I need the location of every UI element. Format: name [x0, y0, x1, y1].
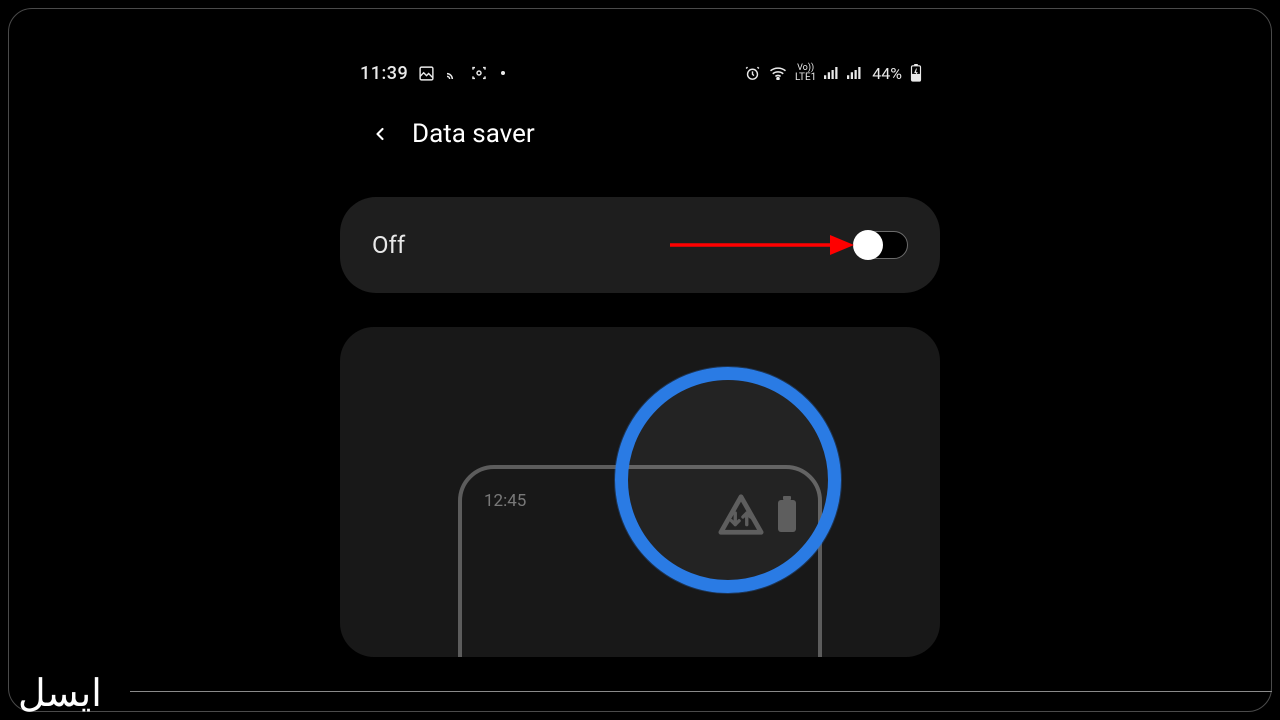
- data-saver-toggle-card[interactable]: Off: [340, 197, 940, 293]
- illustration-battery-icon: [776, 496, 798, 534]
- status-bar: 11:39 Vo))LTE1: [340, 55, 940, 91]
- battery-icon: [910, 64, 922, 82]
- page-title: Data saver: [412, 119, 535, 149]
- toggle-state-label: Off: [372, 231, 405, 259]
- phone-outline-graphic: 12:45: [458, 465, 822, 657]
- wifi-icon: [769, 66, 787, 80]
- signal-icon-2: [847, 66, 862, 80]
- page-header: Data saver: [340, 119, 940, 149]
- status-bar-right: Vo))LTE1 44%: [744, 64, 922, 83]
- image-icon: [418, 65, 435, 82]
- watermark-line: [130, 691, 1272, 692]
- status-bar-left: 11:39: [360, 63, 505, 84]
- back-button[interactable]: [370, 124, 390, 144]
- status-time: 11:39: [360, 63, 408, 84]
- data-saver-triangle-icon: [718, 493, 764, 537]
- phone-screenshot: 11:39 Vo))LTE1: [340, 55, 940, 657]
- illustration-status-icons: [718, 493, 798, 537]
- data-saver-toggle[interactable]: [854, 231, 908, 259]
- scan-icon: [471, 65, 487, 81]
- toggle-knob: [853, 230, 883, 260]
- annotation-arrow-icon: [670, 233, 855, 257]
- signal-icon: [824, 66, 839, 80]
- watermark-text: ایسل: [18, 671, 102, 716]
- alarm-icon: [744, 65, 761, 82]
- data-saver-illustration: 12:45: [340, 327, 940, 657]
- battery-percentage: 44%: [872, 64, 902, 83]
- cast-icon: [445, 65, 461, 81]
- dot-icon: [501, 71, 505, 75]
- volte-indicator: Vo))LTE1: [795, 64, 816, 83]
